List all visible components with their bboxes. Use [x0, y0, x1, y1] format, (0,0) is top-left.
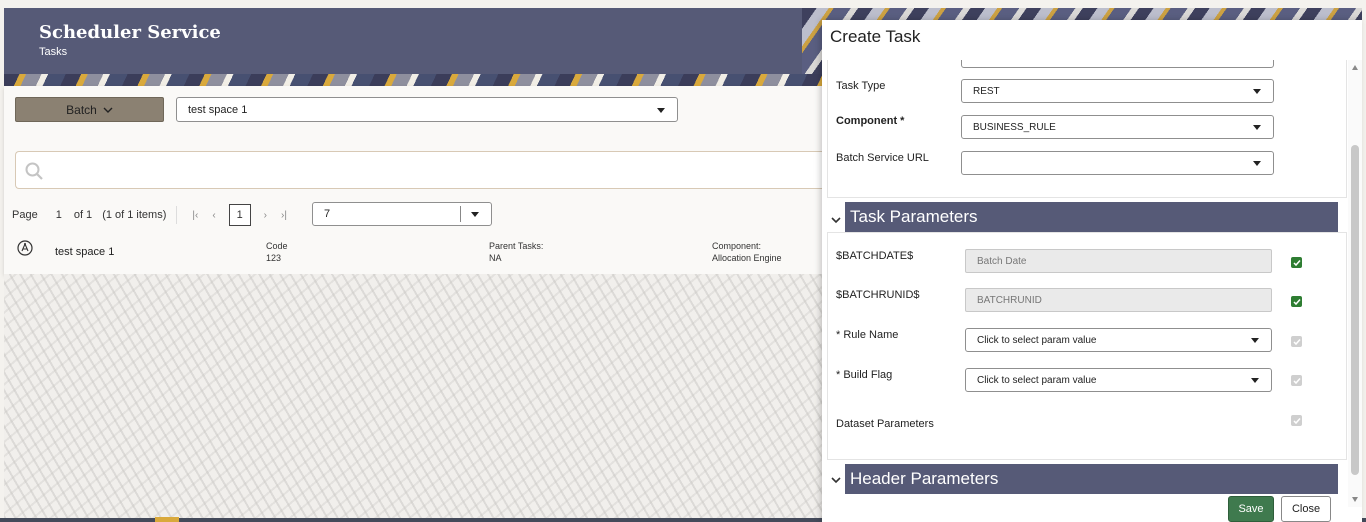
caret-down-icon [1253, 161, 1261, 166]
batch-url-select[interactable] [961, 151, 1274, 175]
caret-down-icon [657, 107, 665, 113]
batchdate-input[interactable]: Batch Date [965, 249, 1272, 273]
code-label: Code [266, 241, 288, 251]
check-icon [1292, 417, 1301, 424]
scrollbar-thumb[interactable] [1351, 145, 1359, 475]
caret-down-icon [1251, 378, 1259, 383]
app-title: Scheduler Service [39, 22, 221, 43]
param-label: * Build Flag [836, 369, 893, 381]
chevron-down-icon[interactable] [831, 475, 841, 485]
rule-name-select[interactable]: Click to select param value [965, 328, 1272, 352]
page-size-divider [460, 206, 461, 222]
caret-down-icon [1253, 125, 1261, 130]
parent-tasks-value: NA [489, 253, 502, 263]
scroll-down-icon[interactable] [1352, 497, 1358, 502]
total-pages: of 1 [73, 209, 93, 221]
task-parameters-header[interactable]: Task Parameters [845, 202, 1338, 232]
component-field-label: Component * [836, 115, 905, 127]
background-pattern [4, 274, 822, 518]
check-icon [1292, 298, 1301, 305]
build-flag-select[interactable]: Click to select param value [965, 368, 1272, 392]
batchdate-checkbox[interactable] [1291, 257, 1302, 268]
pagination: Page 1 of 1 (1 of 1 items) |‹ ‹ 1 › ›| [12, 202, 294, 228]
batch-label: Batch [66, 102, 97, 117]
page-label: Page [12, 209, 38, 221]
parent-tasks-column: Parent Tasks: NA [489, 240, 543, 264]
previous-field-select[interactable] [961, 60, 1274, 68]
page-size-value: 7 [324, 208, 331, 220]
chevron-down-icon[interactable] [831, 215, 841, 225]
component-column: Component: Allocation Engine [712, 240, 782, 264]
param-label: Dataset Parameters [836, 418, 934, 430]
panel-scrollbar[interactable] [1348, 60, 1362, 507]
next-page-icon[interactable]: › [264, 210, 267, 221]
caret-down-icon [1253, 89, 1261, 94]
save-button[interactable]: Save [1228, 496, 1274, 522]
close-button[interactable]: Close [1281, 496, 1331, 522]
table-row[interactable]: test space 1 Code 123 Parent Tasks: NA C… [4, 234, 844, 274]
check-icon [1292, 338, 1301, 345]
items-count: (1 of 1 items) [102, 209, 167, 221]
code-column: Code 123 [266, 240, 288, 264]
build-flag-checkbox[interactable] [1291, 375, 1302, 386]
app-subtitle: Tasks [39, 46, 68, 58]
caret-down-icon [471, 212, 479, 217]
task-type-label: Task Type [836, 80, 886, 92]
scroll-up-icon[interactable] [1352, 65, 1358, 70]
component-select-value: BUSINESS_RULE [973, 121, 1056, 133]
first-page-icon[interactable]: |‹ [192, 210, 198, 221]
current-page: 1 [55, 209, 62, 221]
page-number-button[interactable]: 1 [228, 204, 251, 226]
general-fields-group: Task Type REST Component * BUSINESS_RULE… [827, 60, 1347, 198]
header-parameters-header[interactable]: Header Parameters [845, 464, 1338, 494]
code-value: 123 [266, 253, 282, 263]
space-select[interactable]: test space 1 [176, 97, 678, 122]
check-icon [1292, 377, 1301, 384]
batchrunid-input[interactable]: BATCHRUNID [965, 288, 1272, 312]
caret-down-icon [1251, 338, 1259, 343]
component-label: Component: [712, 241, 762, 251]
task-type-select[interactable]: REST [961, 79, 1274, 103]
search-icon [25, 162, 43, 180]
param-label: $BATCHRUNID$ [836, 289, 920, 301]
parent-tasks-label: Parent Tasks: [489, 241, 544, 251]
param-label: $BATCHDATE$ [836, 250, 914, 262]
task-name: test space 1 [55, 246, 115, 258]
component-value: Allocation Engine [712, 253, 782, 263]
last-page-icon[interactable]: ›| [281, 210, 287, 221]
tasks-card: Batch test space 1 Page 1 of 1 (1 of 1 i… [4, 86, 844, 274]
build-flag-placeholder: Click to select param value [977, 374, 1097, 386]
prev-page-icon[interactable]: ‹ [212, 210, 215, 221]
rule-name-placeholder: Click to select param value [977, 334, 1097, 346]
param-label: * Rule Name [836, 329, 899, 341]
task-type-value: REST [973, 85, 1000, 97]
rule-name-checkbox[interactable] [1291, 336, 1302, 347]
batch-url-label: Batch Service URL [836, 152, 929, 164]
create-task-panel: Create Task Task Type REST Component * B… [822, 20, 1362, 522]
panel-scroll-area[interactable]: Task Type REST Component * BUSINESS_RULE… [822, 60, 1362, 507]
search-input[interactable] [15, 151, 844, 189]
chevron-down-icon [103, 107, 113, 113]
page-size-select[interactable]: 7 [312, 202, 492, 226]
bottom-accent [155, 517, 179, 522]
task-type-icon [17, 240, 33, 256]
task-parameters-group: $BATCHDATE$ Batch Date $BATCHRUNID$ BATC… [827, 232, 1347, 460]
pager-divider [176, 206, 178, 224]
dataset-params-checkbox[interactable] [1291, 415, 1302, 426]
panel-title: Create Task [830, 27, 921, 46]
batch-dropdown-button[interactable]: Batch [15, 97, 164, 122]
component-select[interactable]: BUSINESS_RULE [961, 115, 1274, 139]
batchrunid-checkbox[interactable] [1291, 296, 1302, 307]
space-select-value: test space 1 [188, 103, 248, 116]
check-icon [1292, 259, 1301, 266]
